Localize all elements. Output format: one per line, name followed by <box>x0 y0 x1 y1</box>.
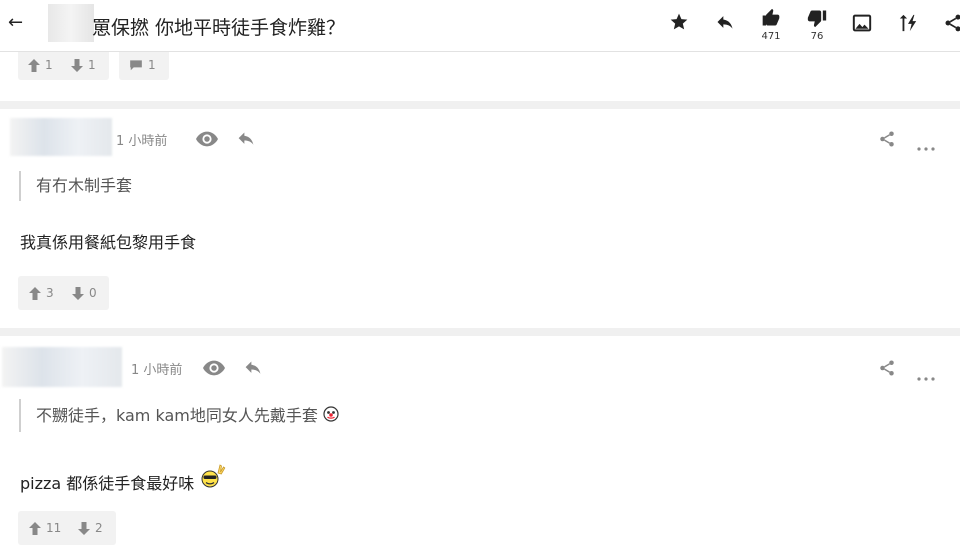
downvote-count: 0 <box>89 286 97 300</box>
arrow-up-icon <box>28 58 40 72</box>
upvote-count: 3 <box>46 286 54 300</box>
arrow-up-icon <box>29 521 41 535</box>
post-time: 1 小時前 <box>116 134 168 149</box>
post-divider <box>0 101 960 109</box>
comment-icon <box>130 60 142 71</box>
blurred-username[interactable] <box>2 347 122 387</box>
reply-icon[interactable] <box>243 359 263 381</box>
post-divider <box>0 328 960 336</box>
reply-icon[interactable] <box>236 130 256 152</box>
comment-count: 1 <box>148 58 156 72</box>
share-icon[interactable] <box>878 359 896 381</box>
clown-emoji-icon <box>323 400 339 433</box>
blurred-username[interactable] <box>10 118 112 156</box>
more-icon[interactable] <box>917 366 935 385</box>
arrow-down-icon <box>72 286 84 300</box>
post-votes: 3 0 <box>18 276 109 310</box>
arrow-up-icon <box>29 286 41 300</box>
downvote-count: 1 <box>88 58 96 72</box>
thumbs-down-button[interactable]: 76 <box>802 8 832 42</box>
eye-icon[interactable] <box>196 131 218 151</box>
upvote-count: 11 <box>46 521 62 535</box>
eye-icon[interactable] <box>203 360 225 380</box>
post-body: 我真係用餐紙包黎用手食 <box>20 233 197 252</box>
sunglasses-emoji-icon <box>199 463 227 498</box>
post-time: 1 小時前 <box>131 363 183 378</box>
post-body-content: pizza 都係徒手食最好味 <box>20 474 195 493</box>
top-bar: ← 罳保撚 你地平時徒手食炸雞？ 471 76 <box>0 0 960 52</box>
post-body: pizza 都係徒手食最好味 <box>20 463 227 493</box>
upvote-count: 1 <box>45 58 53 72</box>
image-icon[interactable] <box>847 14 877 32</box>
share-icon[interactable] <box>938 13 960 33</box>
thumbs-down-icon <box>807 10 827 28</box>
previous-post-comments[interactable]: 1 <box>119 52 169 80</box>
share-icon[interactable] <box>878 130 896 152</box>
previous-post-votes: 1 1 <box>18 52 109 80</box>
upvote-button[interactable]: 3 <box>29 286 54 300</box>
sort-icon[interactable] <box>893 13 923 33</box>
upvote-button[interactable]: 1 <box>28 58 53 72</box>
thumbs-up-icon <box>762 8 780 26</box>
like-count: 471 <box>761 31 781 42</box>
blurred-title-prefix <box>48 4 94 42</box>
arrow-down-icon <box>78 521 90 535</box>
quoted-text: 不嬲徒手，kam kam地同女人先戴手套 <box>19 399 339 432</box>
dislike-count: 76 <box>810 31 824 42</box>
downvote-count: 2 <box>95 521 103 535</box>
thread-title: 罳保撚 你地平時徒手食炸雞？ <box>92 17 346 39</box>
upvote-button[interactable]: 11 <box>29 521 61 535</box>
downvote-button[interactable]: 0 <box>72 286 97 300</box>
post-votes: 11 2 <box>18 511 116 545</box>
back-button[interactable]: ← <box>8 12 23 33</box>
quoted-text: 有冇木制手套 <box>19 171 132 201</box>
downvote-button[interactable]: 2 <box>78 521 103 535</box>
arrow-down-icon <box>71 58 83 72</box>
reply-icon[interactable] <box>710 12 740 32</box>
thumbs-up-button[interactable]: 471 <box>756 8 786 42</box>
star-icon[interactable] <box>664 12 694 32</box>
more-icon[interactable] <box>917 136 935 155</box>
downvote-button[interactable]: 1 <box>71 58 96 72</box>
quoted-text-content: 不嬲徒手，kam kam地同女人先戴手套 <box>36 406 318 425</box>
